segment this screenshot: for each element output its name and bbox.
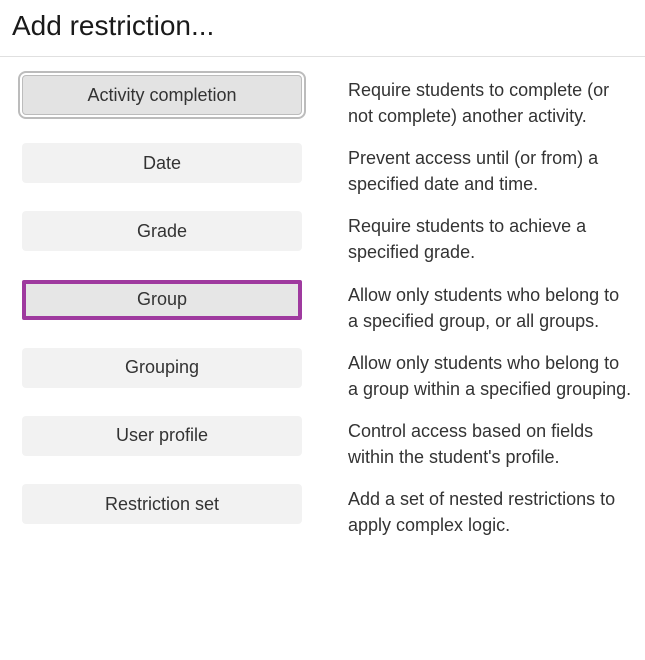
restriction-description: Prevent access until (or from) a specifi… — [348, 143, 633, 197]
grade-button[interactable]: Grade — [22, 211, 302, 251]
restriction-description: Require students to achieve a specified … — [348, 211, 633, 265]
restriction-row: Group Allow only students who belong to … — [12, 280, 633, 334]
grouping-button[interactable]: Grouping — [22, 348, 302, 388]
restriction-row: Grade Require students to achieve a spec… — [12, 211, 633, 265]
restriction-row: User profile Control access based on fie… — [12, 416, 633, 470]
restriction-description: Allow only students who belong to a spec… — [348, 280, 633, 334]
restriction-description: Control access based on fields within th… — [348, 416, 633, 470]
activity-completion-button[interactable]: Activity completion — [22, 75, 302, 115]
restrictions-list: Activity completion Require students to … — [0, 57, 645, 538]
restriction-row: Date Prevent access until (or from) a sp… — [12, 143, 633, 197]
restriction-row: Restriction set Add a set of nested rest… — [12, 484, 633, 538]
restriction-row: Grouping Allow only students who belong … — [12, 348, 633, 402]
restriction-description: Require students to complete (or not com… — [348, 75, 633, 129]
user-profile-button[interactable]: User profile — [22, 416, 302, 456]
date-button[interactable]: Date — [22, 143, 302, 183]
restriction-row: Activity completion Require students to … — [12, 75, 633, 129]
restriction-set-button[interactable]: Restriction set — [22, 484, 302, 524]
restriction-description: Allow only students who belong to a grou… — [348, 348, 633, 402]
group-button[interactable]: Group — [22, 280, 302, 320]
restriction-description: Add a set of nested restrictions to appl… — [348, 484, 633, 538]
dialog-title: Add restriction... — [0, 0, 645, 56]
